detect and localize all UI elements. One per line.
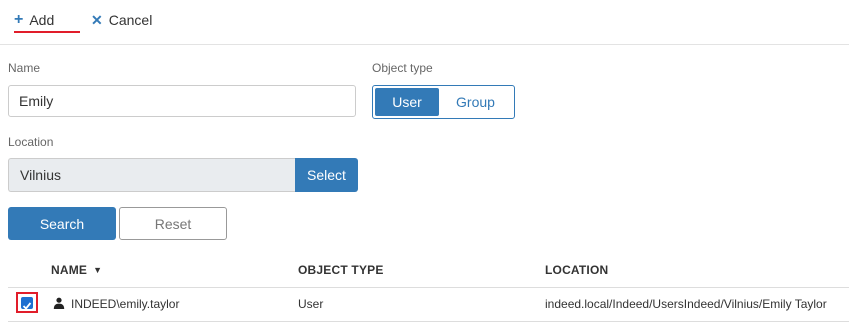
table-row-divider [8,321,849,322]
user-icon [53,297,65,309]
checkmark-icon [22,302,32,310]
reset-button[interactable]: Reset [119,207,227,240]
plus-icon: + [14,11,24,28]
row-checkbox[interactable] [21,297,33,310]
column-header-location: LOCATION [545,263,609,277]
object-type-user-option[interactable]: User [375,88,439,116]
column-header-name[interactable]: NAME ▼ [51,263,102,277]
toolbar: + Add ✕ Cancel [0,0,849,45]
row-object-type: User [298,297,324,311]
name-input[interactable] [8,85,356,117]
add-button-label: Add [29,12,55,28]
object-type-toggle: User Group [372,85,515,119]
column-header-object-type: OBJECT TYPE [298,263,384,277]
object-type-group-option[interactable]: Group [439,88,512,116]
row-name: INDEED\emily.taylor [71,297,180,311]
add-active-underline [14,31,80,33]
object-type-label: Object type [372,61,433,75]
select-location-button[interactable]: Select [295,158,358,192]
location-label: Location [8,135,54,149]
table-header-divider [8,287,849,288]
name-label: Name [8,61,41,75]
location-field [8,158,296,192]
cancel-button[interactable]: ✕ Cancel [91,10,152,30]
cancel-button-label: Cancel [108,12,153,28]
column-header-name-label: NAME [51,263,88,277]
close-icon: ✕ [91,11,103,28]
search-button[interactable]: Search [8,207,116,240]
sort-caret-down-icon: ▼ [93,265,103,275]
add-button[interactable]: + Add [14,10,54,30]
row-location: indeed.local/Indeed/UsersIndeed/Vilnius/… [545,297,827,311]
